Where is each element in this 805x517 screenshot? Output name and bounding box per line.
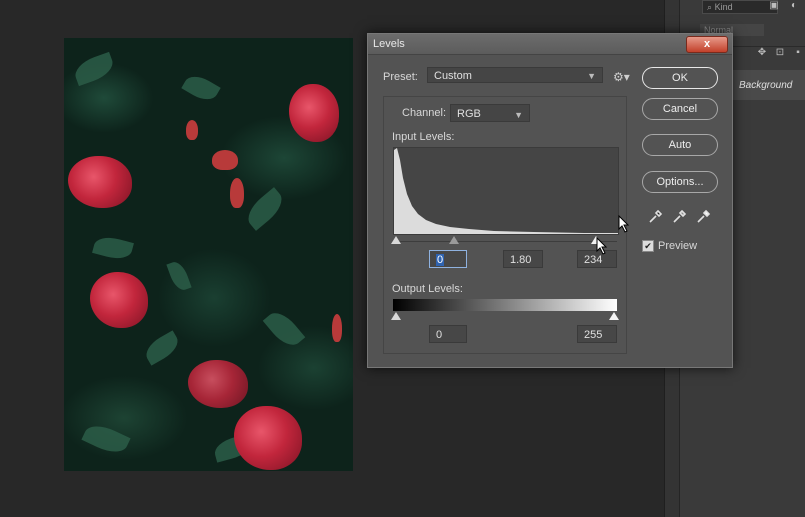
histogram bbox=[393, 147, 619, 235]
rose-bud bbox=[186, 120, 198, 140]
channel-select[interactable]: RGB ▼ bbox=[450, 104, 530, 122]
lock-position-icon[interactable]: ✥ bbox=[756, 48, 768, 58]
ok-button[interactable]: OK bbox=[642, 67, 718, 89]
input-black-slider[interactable] bbox=[391, 236, 401, 244]
chevron-down-icon: ▼ bbox=[587, 71, 596, 81]
output-black-slider[interactable] bbox=[391, 312, 401, 320]
lock-all-icon[interactable]: ▪ bbox=[792, 48, 804, 58]
mouse-cursor-icon bbox=[596, 237, 608, 255]
chevron-down-icon: ▼ bbox=[514, 110, 523, 120]
input-levels-label: Input Levels: bbox=[392, 131, 455, 143]
dialog-title: Levels bbox=[373, 38, 405, 50]
leaf bbox=[141, 330, 183, 366]
eyedropper-black-icon[interactable] bbox=[648, 208, 664, 224]
search-icon: ⌕ bbox=[707, 2, 713, 12]
input-gamma-field[interactable]: 1.80 bbox=[503, 250, 543, 268]
eyedropper-gray-icon[interactable] bbox=[672, 208, 688, 224]
lock-artboard-icon[interactable]: ⊡ bbox=[774, 48, 786, 58]
preset-label: Preset: bbox=[383, 71, 418, 83]
leaf bbox=[262, 306, 306, 352]
options-button[interactable]: Options... bbox=[642, 171, 718, 193]
preview-checkbox[interactable]: ✔ bbox=[642, 240, 654, 252]
layer-name: Background bbox=[739, 80, 793, 91]
layer-filter-kind[interactable]: ⌕ Kind bbox=[702, 0, 778, 14]
output-levels-label: Output Levels: bbox=[392, 283, 463, 295]
leaf bbox=[181, 70, 221, 106]
histogram-graph bbox=[394, 148, 618, 234]
mouse-cursor-icon bbox=[618, 215, 630, 233]
rose-bud bbox=[212, 150, 238, 170]
levels-dialog: Levels x Preset: Custom ▼ ⚙▾ Channel: RG… bbox=[367, 33, 733, 368]
filter-adjust-icon[interactable]: ◐ bbox=[788, 1, 800, 11]
rose-bud bbox=[332, 314, 342, 342]
input-slider-track bbox=[395, 241, 617, 242]
eyedropper-white-icon[interactable] bbox=[696, 208, 712, 224]
red-rose bbox=[289, 84, 339, 142]
cancel-button[interactable]: Cancel bbox=[642, 98, 718, 120]
output-gradient-bar bbox=[393, 299, 617, 311]
gear-icon[interactable]: ⚙▾ bbox=[613, 70, 630, 84]
leaf bbox=[241, 187, 289, 231]
output-white-field[interactable]: 255 bbox=[577, 325, 617, 343]
kind-label: Kind bbox=[714, 2, 733, 12]
input-black-value: 0 bbox=[436, 254, 445, 266]
preset-value: Custom bbox=[434, 70, 472, 82]
input-gamma-slider[interactable] bbox=[449, 236, 459, 244]
red-rose bbox=[90, 272, 148, 328]
leaf bbox=[71, 51, 117, 87]
rose-bud bbox=[230, 178, 244, 208]
preview-label: Preview bbox=[658, 240, 698, 252]
output-white-slider[interactable] bbox=[609, 312, 619, 320]
preset-select[interactable]: Custom ▼ bbox=[427, 67, 603, 83]
leaf bbox=[166, 259, 192, 293]
channel-value: RGB bbox=[457, 108, 481, 120]
output-black-field[interactable]: 0 bbox=[429, 325, 467, 343]
red-rose bbox=[234, 406, 302, 470]
leaf bbox=[92, 233, 134, 263]
dialog-titlebar[interactable]: Levels x bbox=[368, 34, 732, 55]
input-black-field[interactable]: 0 bbox=[429, 250, 467, 268]
auto-button[interactable]: Auto bbox=[642, 134, 718, 156]
close-button[interactable]: x bbox=[686, 36, 728, 53]
red-rose bbox=[188, 360, 248, 408]
close-icon: x bbox=[703, 38, 711, 50]
filter-image-icon[interactable]: ▣ bbox=[768, 1, 780, 11]
checkbox-check-icon: ✔ bbox=[644, 241, 652, 251]
red-rose bbox=[68, 156, 132, 208]
leaf bbox=[81, 419, 131, 459]
channel-label: Channel: bbox=[402, 107, 447, 119]
rose-photo bbox=[64, 38, 353, 471]
